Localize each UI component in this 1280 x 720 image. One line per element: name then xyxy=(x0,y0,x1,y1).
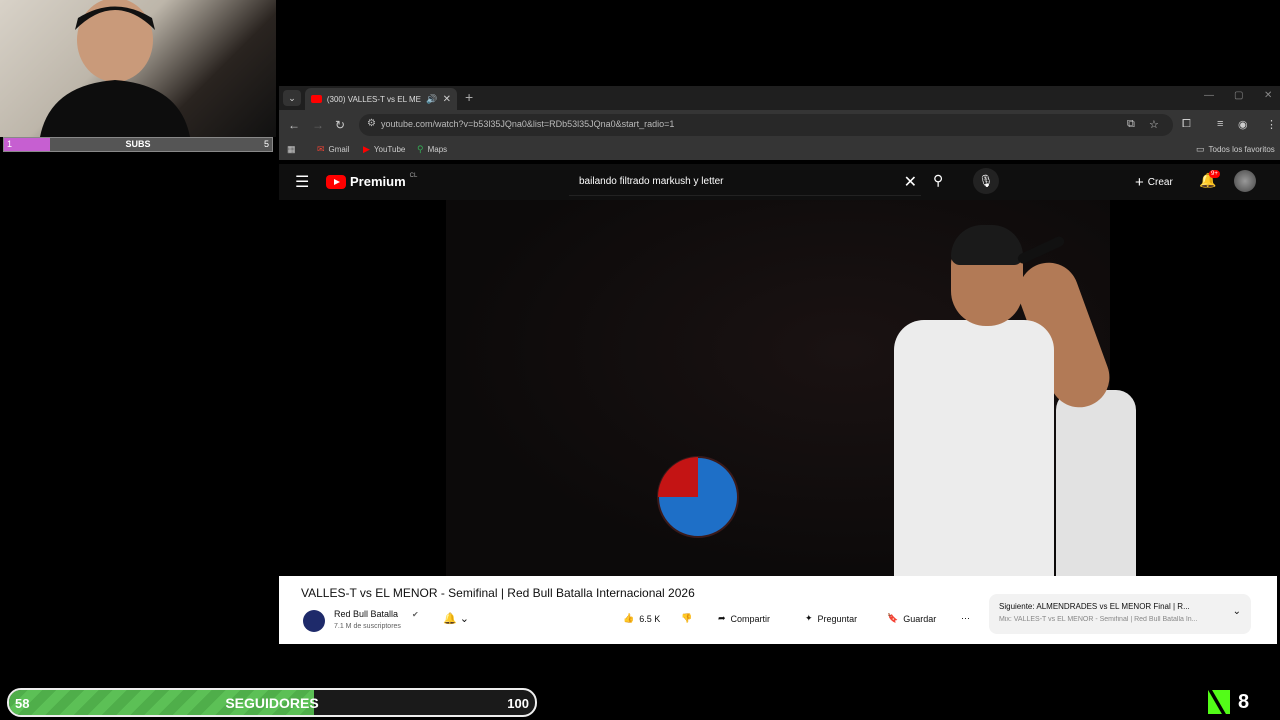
hamburger-menu-icon[interactable]: ☰ xyxy=(295,172,309,192)
share-button[interactable]: ➦ Compartir xyxy=(718,613,770,624)
followers-label: SEGUIDORES xyxy=(225,695,319,711)
dislike-button[interactable]: 👎 xyxy=(681,613,692,624)
bookmark-maps[interactable]: ⚲ Maps xyxy=(417,144,447,155)
video-frame xyxy=(446,200,1136,576)
bookmark-gmail[interactable]: ✉ Gmail xyxy=(317,144,349,155)
tab-title: (300) VALLES-T vs EL MENOR xyxy=(326,94,422,104)
more-actions-button[interactable]: ⋯ xyxy=(961,613,970,624)
like-button[interactable]: 👍 6.5 K xyxy=(623,613,660,624)
share-icon: ➦ xyxy=(718,613,726,623)
thumbs-down-icon: 👎 xyxy=(681,613,693,623)
webcam-feed xyxy=(0,0,276,137)
speaker-icon[interactable]: 🔊 xyxy=(426,94,437,105)
youtube-premium-logo[interactable]: Premium CL xyxy=(326,173,417,189)
search-query: bailando filtrado markush y letter xyxy=(579,176,724,187)
search-input[interactable]: bailando filtrado markush y letter ✕ xyxy=(569,168,921,196)
youtube-play-icon xyxy=(326,174,346,189)
gmail-icon: ✉ xyxy=(317,144,325,154)
extensions-icon[interactable]: ⧠ xyxy=(1182,118,1191,131)
clear-search-icon[interactable]: ✕ xyxy=(904,172,917,192)
followers-goal-bar: 58 SEGUIDORES 100 xyxy=(7,688,537,717)
kick-logo-icon xyxy=(1208,690,1230,714)
maps-icon: ⚲ xyxy=(417,144,424,154)
channel-name[interactable]: Red Bull Batalla xyxy=(334,609,398,619)
subs-goal-bar: 1 SUBS 5 xyxy=(3,137,273,152)
video-player[interactable] xyxy=(279,200,1277,576)
microphone-icon[interactable]: 🎙 xyxy=(973,168,999,194)
apps-icon[interactable]: ▦ xyxy=(287,144,296,155)
youtube-icon: ▶ xyxy=(363,144,370,154)
streamer-image xyxy=(40,0,190,137)
window-close-button[interactable]: ✕ xyxy=(1264,90,1272,101)
channel-avatar[interactable] xyxy=(303,610,325,632)
subscription-bell-button[interactable]: 🔔 ⌄ xyxy=(443,612,469,625)
minimize-button[interactable]: — xyxy=(1204,90,1214,101)
verified-icon: ✔ xyxy=(412,610,419,619)
tab-search-button[interactable]: ⌄ xyxy=(283,90,301,106)
user-avatar[interactable] xyxy=(1234,170,1256,192)
battle-timer-icon xyxy=(657,456,739,538)
subs-goal-max: 5 xyxy=(263,139,269,149)
kick-viewer-counter: 8 xyxy=(1208,688,1274,716)
new-tab-button[interactable]: + xyxy=(465,89,473,105)
menu-icon[interactable]: ⋮ xyxy=(1266,118,1277,131)
plus-icon: + xyxy=(1135,174,1144,191)
cast-icon[interactable]: ⧉ xyxy=(1127,118,1135,131)
browser-toolbar: ← → ↻ ⚙ youtube.com/watch?v=b53l35JQna0&… xyxy=(279,110,1280,140)
chevron-down-icon[interactable]: ⌄ xyxy=(1233,606,1241,617)
bookmark-youtube[interactable]: ▶ YouTube xyxy=(363,144,405,155)
subs-goal-label: SUBS xyxy=(125,139,151,149)
media-icon[interactable]: ≡ xyxy=(1217,118,1223,130)
thumbs-up-icon: 👍 xyxy=(623,613,635,623)
up-next-title: Siguiente: ALMENDRADES vs EL MENOR Final… xyxy=(999,602,1190,611)
url-text: youtube.com/watch?v=b53l35JQna0&list=RDb… xyxy=(381,119,675,129)
reload-button[interactable]: ↻ xyxy=(335,118,345,132)
folder-icon: ▭ xyxy=(1196,144,1205,154)
video-title: VALLES-T vs EL MENOR - Semifinal | Red B… xyxy=(301,586,695,600)
address-bar[interactable]: ⚙ youtube.com/watch?v=b53l35JQna0&list=R… xyxy=(359,114,1173,136)
viewer-count: 8 xyxy=(1238,690,1250,713)
video-info-panel: VALLES-T vs EL MENOR - Semifinal | Red B… xyxy=(279,576,1277,644)
tab-strip: ⌄ (300) VALLES-T vs EL MENOR 🔊 ✕ + — ▢ ✕ xyxy=(279,86,1280,110)
search-icon[interactable]: ⚲ xyxy=(933,172,943,189)
up-next-playlist: Mix: VALLES-T vs EL MENOR - Semifinal | … xyxy=(999,616,1198,623)
save-button[interactable]: 🔖 Guardar xyxy=(887,613,936,624)
bookmark-icon: 🔖 xyxy=(887,613,899,623)
bookmarks-bar: ▦ ✉ Gmail ▶ YouTube ⚲ Maps ▭ Todos los favor… xyxy=(279,140,1280,160)
bookmark-star-icon[interactable]: ☆ xyxy=(1149,118,1159,131)
ask-button[interactable]: ✦ Preguntar xyxy=(805,613,857,624)
maximize-button[interactable]: ▢ xyxy=(1234,90,1243,101)
profile-icon[interactable]: ◉ xyxy=(1238,118,1248,131)
subscriber-count: 7.1 M de suscriptores xyxy=(334,623,401,630)
tab-close-icon[interactable]: ✕ xyxy=(443,94,451,105)
youtube-header: ☰ Premium CL bailando filtrado markush y… xyxy=(279,164,1280,200)
microphone-prop xyxy=(1016,234,1066,266)
create-button[interactable]: + Crear xyxy=(1135,174,1173,191)
sparkle-icon: ✦ xyxy=(805,613,813,623)
back-button[interactable]: ← xyxy=(288,118,300,132)
up-next-card[interactable]: Siguiente: ALMENDRADES vs EL MENOR Final… xyxy=(989,594,1251,634)
youtube-favicon-icon xyxy=(311,95,322,103)
site-info-icon[interactable]: ⚙ xyxy=(367,118,376,129)
forward-button[interactable]: → xyxy=(312,118,324,132)
followers-goal: 100 xyxy=(507,696,529,711)
browser-tab-active[interactable]: (300) VALLES-T vs EL MENOR 🔊 ✕ xyxy=(305,88,457,110)
notification-badge: 9+ xyxy=(1209,170,1220,178)
all-bookmarks-folder[interactable]: ▭ Todos los favoritos xyxy=(1196,144,1275,155)
